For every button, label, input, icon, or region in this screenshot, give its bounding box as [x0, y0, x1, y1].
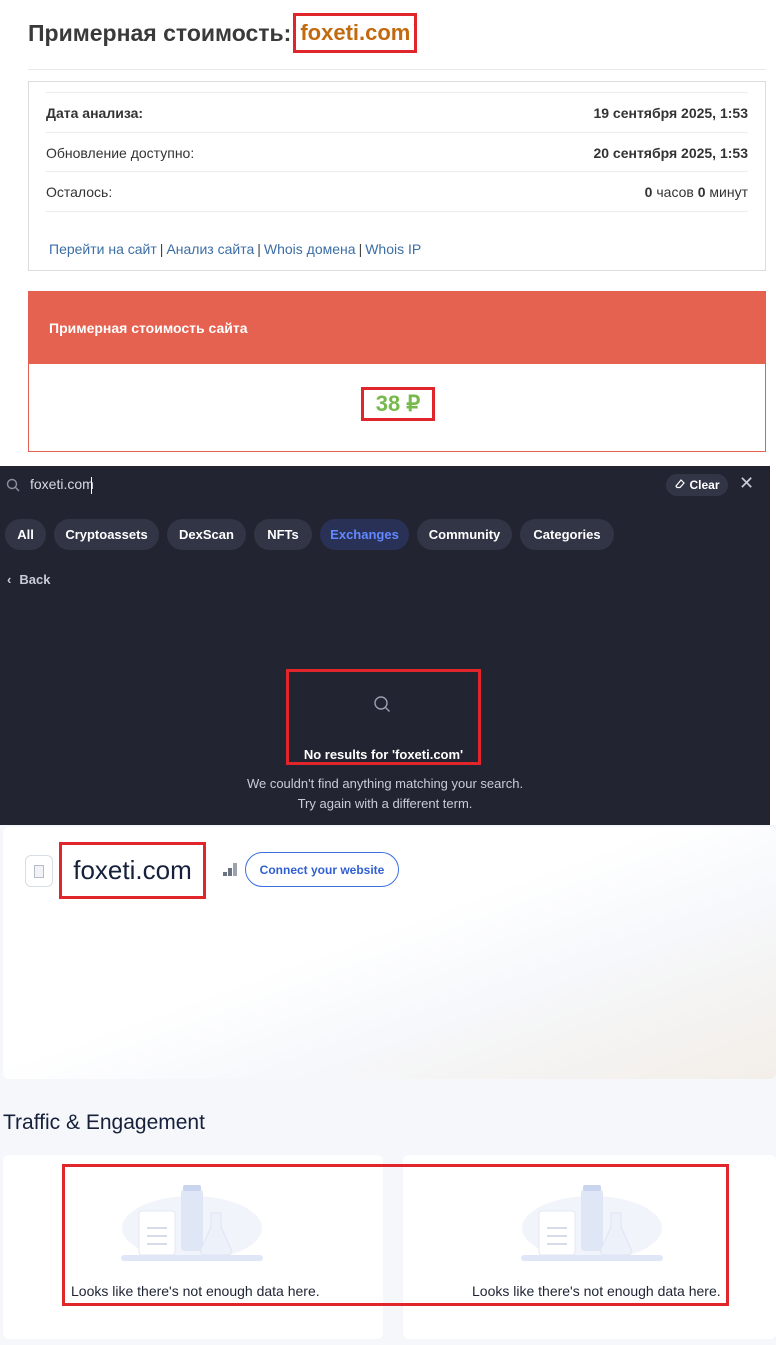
- close-icon[interactable]: ✕: [739, 473, 754, 494]
- update-available-value: 20 сентября 2025, 1:53: [593, 144, 748, 161]
- remaining-value: 0 часов 0 минут: [645, 184, 748, 200]
- site-cost-header: Примерная стоимость сайта: [29, 292, 765, 364]
- eraser-icon: [674, 478, 686, 492]
- link-separator: |: [159, 241, 164, 257]
- analysis-date-label: Дата анализа:: [46, 104, 144, 121]
- site-header-card: foxeti.com Connect your website: [3, 827, 776, 1079]
- link-separator: |: [257, 241, 261, 257]
- no-results-title: No results for 'foxeti.com': [303, 747, 464, 762]
- page-title-domain: foxeti.com: [300, 20, 411, 45]
- back-label: Back: [19, 572, 51, 587]
- connect-website-button[interactable]: Connect your website: [245, 852, 399, 887]
- site-cost-value: 38 ₽: [375, 391, 421, 416]
- site-cost-card: Примерная стоимость сайта 38 ₽: [28, 291, 766, 452]
- engagement-card: Looks like there's not enough data here.: [403, 1155, 776, 1339]
- remaining-hours-unit: часов: [656, 183, 694, 200]
- no-results-highlight-box: No results for 'foxeti.com': [286, 669, 481, 765]
- chevron-left-icon: ‹: [7, 572, 12, 587]
- update-available-row: Обновление доступно: 20 сентября 2025, 1…: [46, 132, 748, 172]
- tab-community[interactable]: Community: [417, 519, 512, 550]
- tab-all[interactable]: All: [5, 519, 46, 550]
- site-name: foxeti.com: [73, 855, 192, 885]
- empty-data-illustration-icon: [521, 1185, 663, 1261]
- remaining-hours: 0: [644, 183, 653, 200]
- no-results-hint: Try again with a different term.: [297, 796, 473, 811]
- link-site-analysis[interactable]: Анализ сайта: [166, 241, 254, 257]
- update-available-label: Обновление доступно:: [46, 144, 195, 161]
- analysis-info-box: Дата анализа: 19 сентября 2025, 1:53 Обн…: [28, 81, 766, 271]
- tab-nfts[interactable]: NFTs: [254, 519, 312, 550]
- tab-dexscan[interactable]: DexScan: [167, 519, 246, 550]
- search-tabs: All Cryptoassets DexScan NFTs Exchanges …: [5, 519, 622, 550]
- site-cost-panel: Примерная стоимость: foxeti.com Дата ана…: [0, 0, 776, 466]
- favicon-icon: [25, 855, 53, 887]
- empty-data-message: Looks like there's not enough data here.: [71, 1283, 320, 1299]
- tab-exchanges[interactable]: Exchanges: [320, 519, 409, 550]
- divider: [46, 211, 748, 231]
- clear-label: Clear: [689, 478, 720, 492]
- divider: [28, 69, 766, 70]
- link-whois-ip[interactable]: Whois IP: [365, 241, 421, 257]
- back-button[interactable]: ‹ Back: [7, 572, 50, 587]
- cost-highlight-box: 38 ₽: [361, 387, 435, 421]
- search-input[interactable]: [30, 476, 330, 492]
- engagement-card: Looks like there's not enough data here.: [3, 1155, 383, 1339]
- link-separator: |: [358, 241, 363, 257]
- site-cost-body: 38 ₽: [29, 364, 765, 451]
- site-overview: foxeti.com Connect your website Traffic …: [0, 825, 776, 1345]
- page-title: Примерная стоимость: foxeti.com: [28, 12, 418, 54]
- link-whois-domain[interactable]: Whois домена: [264, 241, 356, 257]
- search-panel: Clear ✕ All Cryptoassets DexScan NFTs Ex…: [0, 466, 770, 825]
- text-caret: [91, 477, 92, 494]
- analysis-date-row: Дата анализа: 19 сентября 2025, 1:53: [46, 92, 748, 132]
- analysis-date-value: 19 сентября 2025, 1:53: [593, 104, 748, 121]
- search-icon: [374, 696, 390, 712]
- remaining-minutes-unit: минут: [709, 183, 748, 200]
- search-icon: [6, 478, 20, 492]
- remaining-row: Осталось: 0 часов 0 минут: [46, 171, 748, 211]
- no-results-message: We couldn't find anything matching your …: [246, 776, 524, 791]
- clear-button[interactable]: Clear: [666, 474, 728, 496]
- domain-highlight-box: foxeti.com: [293, 13, 418, 53]
- empty-data-message: Looks like there's not enough data here.: [472, 1283, 721, 1299]
- section-title: Traffic & Engagement: [3, 1111, 205, 1134]
- rank-signal-icon: [223, 863, 237, 876]
- page-title-label: Примерная стоимость:: [28, 19, 292, 46]
- remaining-label: Осталось:: [46, 183, 113, 200]
- tab-cryptoassets[interactable]: Cryptoassets: [54, 519, 159, 550]
- site-links: Перейти на сайт | Анализ сайта | Whois домен…: [49, 241, 421, 257]
- link-visit-site[interactable]: Перейти на сайт: [49, 241, 157, 257]
- empty-data-illustration-icon: [121, 1185, 263, 1261]
- tab-categories[interactable]: Categories: [520, 519, 614, 550]
- site-name-highlight-box: foxeti.com: [59, 842, 206, 899]
- remaining-minutes: 0: [697, 183, 706, 200]
